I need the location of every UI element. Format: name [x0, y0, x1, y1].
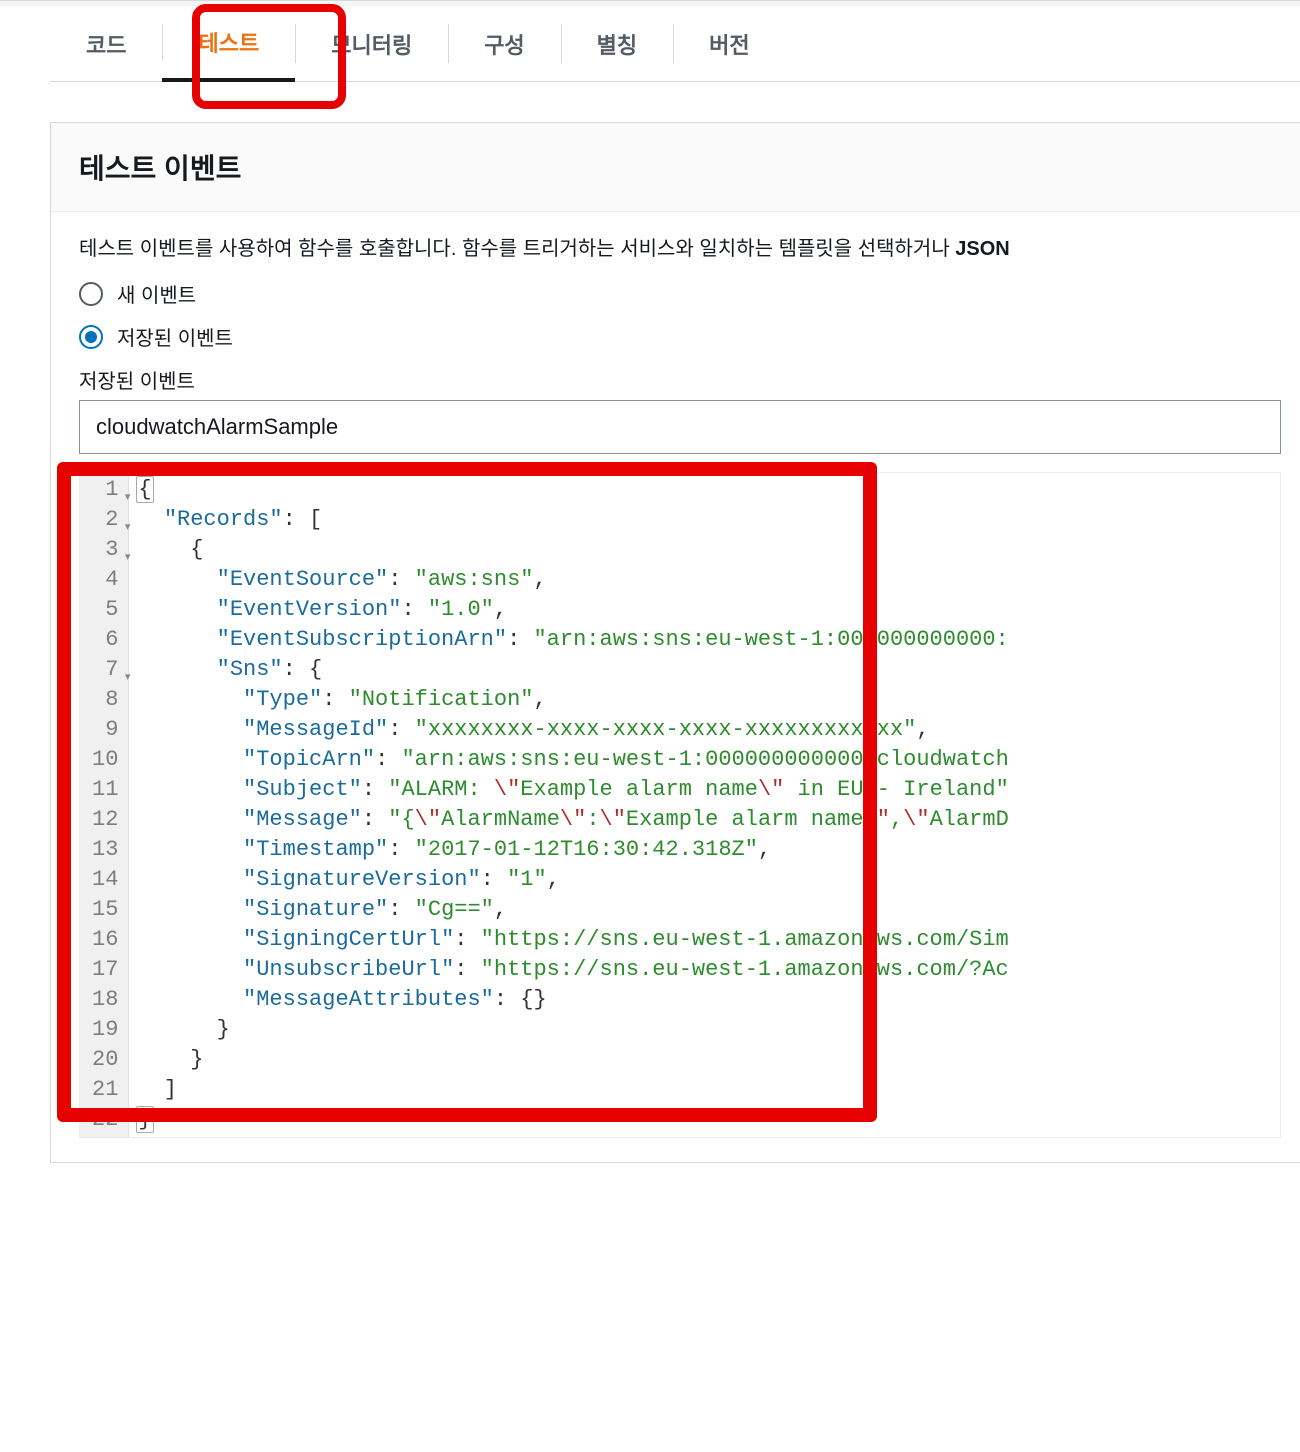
radio-saved-event-label: 저장된 이벤트 — [117, 322, 233, 351]
saved-event-select[interactable]: cloudwatchAlarmSample — [79, 400, 1281, 454]
tab-test[interactable]: 테스트 — [162, 6, 295, 82]
code-area[interactable]: { "Records": [ { "EventSource": "aws:sns… — [129, 473, 1280, 1137]
radio-icon — [79, 282, 103, 306]
test-event-panel: 테스트 이벤트 테스트 이벤트를 사용하여 함수를 호출합니다. 함수를 트리거… — [50, 122, 1300, 1163]
tab-alias-label: 별칭 — [597, 28, 637, 60]
json-editor[interactable]: 12345678910111213141516171819202122 { "R… — [79, 472, 1281, 1138]
tab-version[interactable]: 버전 — [673, 6, 785, 81]
panel-body: 테스트 이벤트를 사용하여 함수를 호출합니다. 함수를 트리거하는 서비스와 … — [51, 212, 1300, 1162]
tab-alias[interactable]: 별칭 — [561, 6, 673, 81]
radio-icon — [79, 325, 103, 349]
tab-monitor[interactable]: 모니터링 — [295, 6, 448, 81]
panel-title: 테스트 이벤트 — [79, 147, 1281, 187]
gutter: 12345678910111213141516171819202122 — [80, 473, 129, 1137]
helper-text-bold: JSON — [955, 238, 1009, 260]
tab-code[interactable]: 코드 — [50, 6, 162, 81]
saved-event-label: 저장된 이벤트 — [79, 365, 1281, 394]
saved-event-value: cloudwatchAlarmSample — [96, 414, 338, 440]
editor-wrap: 12345678910111213141516171819202122 { "R… — [79, 472, 1281, 1138]
radio-saved-event[interactable]: 저장된 이벤트 — [79, 322, 1281, 351]
tab-code-label: 코드 — [86, 28, 126, 60]
tab-monitor-label: 모니터링 — [331, 28, 412, 60]
radio-new-event[interactable]: 새 이벤트 — [79, 279, 1281, 308]
tab-test-label: 테스트 — [198, 26, 259, 58]
tab-config[interactable]: 구성 — [448, 6, 560, 81]
radio-new-event-label: 새 이벤트 — [117, 279, 196, 308]
tab-version-label: 버전 — [709, 28, 749, 60]
helper-text-prefix: 테스트 이벤트를 사용하여 함수를 호출합니다. 함수를 트리거하는 서비스와 … — [79, 238, 955, 260]
tabs: 코드 테스트 모니터링 구성 별칭 버전 — [50, 6, 1300, 82]
panel-header: 테스트 이벤트 — [51, 123, 1300, 212]
helper-text: 테스트 이벤트를 사용하여 함수를 호출합니다. 함수를 트리거하는 서비스와 … — [79, 232, 1281, 261]
tab-config-label: 구성 — [484, 28, 524, 60]
